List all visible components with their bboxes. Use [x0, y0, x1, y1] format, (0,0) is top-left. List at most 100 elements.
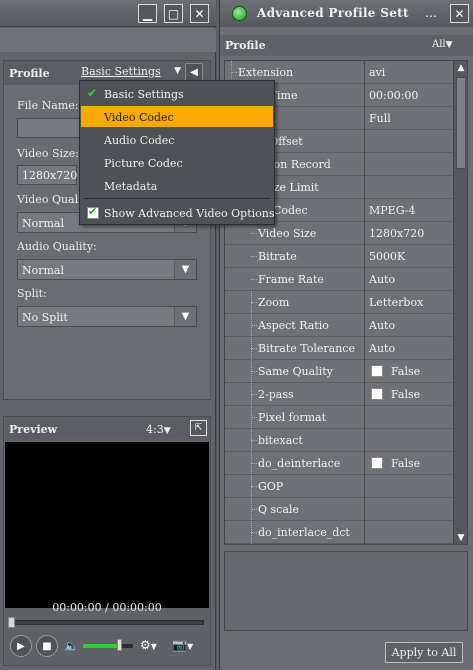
- property-value: avi: [369, 66, 386, 79]
- property-row[interactable]: Frame Rate Auto: [225, 268, 453, 291]
- snapshot-settings-button[interactable]: ⚙▼: [140, 638, 157, 652]
- menu-item-label: Basic Settings: [104, 88, 184, 101]
- chevron-down-icon: ▼: [174, 307, 196, 326]
- property-name: Same Quality: [258, 365, 333, 378]
- property-name: do_deinterlace: [258, 457, 341, 470]
- volume-icon[interactable]: 🔈: [64, 639, 79, 653]
- menu-item-show-advanced[interactable]: Show Advanced Video Options: [81, 202, 275, 223]
- settings-icon: ⚙: [140, 638, 151, 652]
- main-titlebar[interactable]: ▁ □ ✕: [0, 0, 216, 27]
- chevron-left-icon: ◀: [190, 67, 198, 78]
- property-value: False: [391, 388, 421, 401]
- audio-quality-value: Normal: [22, 264, 65, 277]
- property-checkbox[interactable]: [371, 457, 383, 469]
- property-name: GOP: [258, 480, 284, 493]
- chevron-down-icon: ▼: [186, 642, 194, 651]
- chevron-down-icon: ▼: [150, 642, 157, 651]
- property-row[interactable]: GOP: [225, 475, 453, 498]
- volume-slider[interactable]: [83, 644, 133, 648]
- property-row[interactable]: Bitrate 5000K: [225, 245, 453, 268]
- property-name: Bitrate Tolerance: [258, 342, 355, 355]
- settings-selector[interactable]: Basic Settings ▼: [81, 65, 181, 80]
- menu-separator: [84, 198, 270, 199]
- advanced-titlebar[interactable]: Advanced Profile Sett … ✕: [220, 0, 473, 27]
- preview-panel: Preview 4:3▼ ⇱ 00:00:00 / 00:00:00 ▶ ■ 🔈…: [3, 416, 211, 666]
- play-button[interactable]: ▶: [10, 635, 32, 657]
- popout-button[interactable]: ⇱: [190, 420, 207, 436]
- tree-connector: [231, 72, 237, 73]
- menu-item-picture-codec[interactable]: Picture Codec: [81, 152, 273, 173]
- filter-selector[interactable]: All▼: [432, 39, 453, 50]
- profile-filter-bar: Profile All▼: [220, 35, 473, 56]
- menu-item-video-codec[interactable]: Video Codec: [81, 106, 273, 127]
- volume-thumb[interactable]: [117, 639, 122, 651]
- property-scrollbar[interactable]: ▲ ▼: [453, 61, 467, 544]
- preview-header: Preview 4:3▼ ⇱: [4, 417, 210, 439]
- minimize-button[interactable]: ▁: [138, 4, 157, 23]
- tree-connector: [251, 486, 257, 487]
- snapshot-button[interactable]: 📷▼: [172, 638, 193, 652]
- property-name: Bitrate: [258, 250, 297, 263]
- property-row[interactable]: Pixel format: [225, 406, 453, 429]
- property-row[interactable]: Zoom Letterbox: [225, 291, 453, 314]
- property-name: 2-pass: [258, 388, 294, 401]
- tree-connector: [251, 463, 257, 464]
- audio-quality-select[interactable]: Normal ▼: [17, 259, 197, 280]
- video-quality-value: Normal: [22, 217, 65, 230]
- split-select[interactable]: No Split ▼: [17, 306, 197, 327]
- tree-connector: [251, 417, 257, 418]
- menu-item-label: Show Advanced Video Options: [104, 207, 275, 220]
- close-icon: ✕: [454, 6, 465, 21]
- property-row[interactable]: bitexact: [225, 429, 453, 452]
- scroll-down-icon[interactable]: ▼: [454, 531, 467, 544]
- timecode: 00:00:00 / 00:00:00: [52, 601, 162, 614]
- aspect-selector[interactable]: 4:3▼: [146, 423, 171, 436]
- property-row[interactable]: do_interlace_dct: [225, 521, 453, 544]
- property-value: False: [391, 457, 421, 470]
- property-name: Aspect Ratio: [258, 319, 329, 332]
- file-name-label: File Name:: [17, 99, 79, 112]
- seek-thumb[interactable]: [8, 617, 15, 628]
- checkmark-icon: ✔: [87, 86, 98, 100]
- column-divider[interactable]: [364, 61, 365, 544]
- property-row[interactable]: do_deinterlace False: [225, 452, 453, 475]
- seek-bar[interactable]: [10, 620, 204, 625]
- scroll-up-icon[interactable]: ▲: [454, 61, 467, 75]
- property-row[interactable]: Q scale: [225, 498, 453, 521]
- menu-item-audio-codec[interactable]: Audio Codec: [81, 129, 273, 150]
- stop-button[interactable]: ■: [36, 635, 58, 657]
- close-icon: ✕: [194, 6, 205, 21]
- split-label: Split:: [17, 287, 47, 300]
- tree-connector: [251, 348, 257, 349]
- property-row[interactable]: Aspect Ratio Auto: [225, 314, 453, 337]
- property-checkbox[interactable]: [371, 388, 383, 400]
- menu-item-label: Audio Codec: [104, 134, 175, 147]
- close-button[interactable]: ✕: [450, 4, 469, 23]
- chevron-down-icon: ▼: [174, 260, 196, 279]
- close-button[interactable]: ✕: [190, 4, 209, 23]
- stop-icon: ■: [42, 640, 52, 652]
- menu-item-metadata[interactable]: Metadata: [81, 175, 273, 196]
- property-value: MPEG-4: [369, 204, 416, 217]
- property-value: Letterbox: [369, 296, 424, 309]
- property-row[interactable]: Same Quality False: [225, 360, 453, 383]
- property-row[interactable]: Bitrate Tolerance Auto: [225, 337, 453, 360]
- menu-item-basic-settings[interactable]: ✔ Basic Settings: [81, 83, 273, 104]
- profile-title: Profile: [9, 67, 50, 80]
- maximize-button[interactable]: □: [164, 4, 183, 23]
- video-size-label: Video Size:: [17, 147, 80, 160]
- property-value: 5000K: [369, 250, 406, 263]
- property-name: do_interlace_dct: [258, 526, 350, 539]
- property-name: Video Size: [258, 227, 317, 240]
- property-name: bitexact: [258, 434, 303, 447]
- maximize-icon: □: [167, 6, 180, 21]
- property-row[interactable]: Video Size 1280x720: [225, 222, 453, 245]
- property-checkbox[interactable]: [371, 365, 383, 377]
- filter-value: All: [432, 39, 446, 50]
- property-value: False: [391, 365, 421, 378]
- apply-to-all-button[interactable]: Apply to All: [385, 642, 463, 663]
- scroll-thumb[interactable]: [456, 77, 466, 169]
- description-box: [224, 551, 468, 631]
- property-row[interactable]: 2-pass False: [225, 383, 453, 406]
- video-size-field[interactable]: 1280x720: [17, 165, 77, 185]
